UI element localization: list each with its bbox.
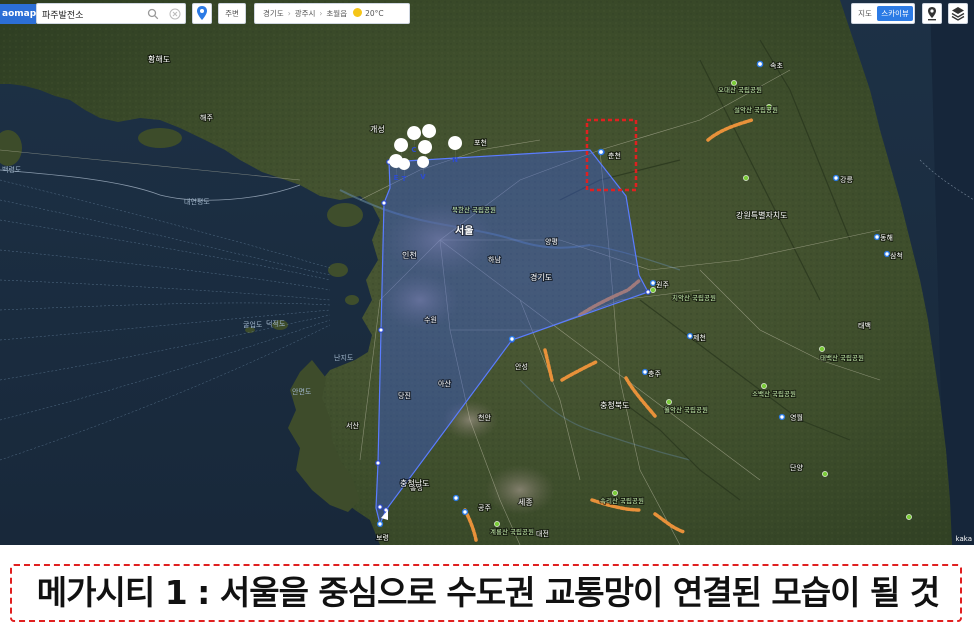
map-type-toggle: 지도 스카이뷰 [851, 3, 915, 24]
label-gyeryongsan: 계룡산 국립공원 [490, 527, 534, 536]
label-seoul: 서울 [455, 224, 473, 237]
sun-icon [353, 8, 363, 17]
label-taebaeksan: 태백산 국립공원 [820, 353, 864, 362]
map-page: G C L A N E T V 황해도 해주 개성 포천 춘천 속초 강릉 동해… [0, 0, 974, 628]
label-haeju: 해주 [200, 113, 213, 122]
label-suwon: 수원 [424, 315, 437, 324]
label-sejong: 세종 [518, 498, 533, 507]
label-samcheok: 삼척 [890, 251, 903, 260]
label-hwanghae: 황해도 [148, 54, 170, 64]
search-box [36, 3, 186, 24]
label-incheon: 인천 [402, 250, 417, 260]
caption-box: 메가시티 1 : 서울을 중심으로 수도권 교통망이 연결된 모습이 될 것 [10, 564, 962, 622]
map-pin-icon [197, 6, 207, 20]
label-chiaksan: 치악산 국립공원 [672, 293, 716, 302]
label-kaesong: 개성 [370, 124, 385, 134]
search-icon[interactable] [147, 8, 159, 20]
label-ahnmyeon: 안면도 [292, 387, 312, 396]
svg-text:V: V [420, 173, 426, 181]
label-chuncheon: 춘천 [608, 151, 621, 160]
copyright-text: kaka [955, 535, 972, 543]
label-odaesan: 오대산 국립공원 [718, 85, 762, 94]
breadcrumb-item[interactable]: 초월읍 [326, 4, 347, 23]
label-gangwon: 강원특별자치도 [736, 210, 788, 220]
label-asan: 아산 [438, 379, 451, 388]
label-hanam: 하남 [488, 255, 501, 264]
label-daejeon: 대전 [536, 529, 549, 538]
label-wonju: 원주 [656, 280, 669, 289]
weather-temp: 20°C [365, 9, 384, 18]
caption-text: 메가시티 1 : 서울을 중심으로 수도권 교통망이 연결된 모습이 될 것 [36, 573, 940, 612]
label-sokcho: 속초 [770, 62, 783, 70]
map-toolbar: aomap 주변 경기도›광주시›초월읍20°C 지도 스카이뷰 [0, 0, 974, 26]
label-daeyeonpyeong: 대연평도 [184, 197, 210, 206]
island [345, 295, 359, 305]
label-danyang: 단양 [790, 463, 803, 472]
label-yangpyeong: 양평 [545, 237, 558, 246]
location-marker-icon [928, 7, 936, 21]
my-location-button[interactable] [922, 3, 942, 24]
breadcrumb-item[interactable]: 경기도 [263, 4, 284, 23]
label-seoraksan: 설악산 국립공원 [734, 105, 778, 114]
layers-button[interactable] [948, 3, 968, 24]
app-logo[interactable]: aomap [0, 4, 36, 24]
svg-text:N: N [452, 156, 458, 164]
map-view-button[interactable]: 지도 [854, 6, 876, 21]
label-seosan: 서산 [346, 421, 359, 430]
label-gyeonggi: 경기도 [530, 272, 552, 282]
label-boryeong: 보령 [376, 534, 389, 542]
search-input[interactable] [42, 6, 142, 22]
svg-text:E: E [394, 174, 399, 182]
skyview-button[interactable]: 스카이뷰 [877, 6, 913, 21]
satellite-map[interactable]: G C L A N E T V 황해도 해주 개성 포천 춘천 속초 강릉 동해… [0, 0, 974, 545]
label-cheonan: 천안 [478, 413, 491, 422]
location-pin-button[interactable] [192, 3, 212, 24]
caption-area: 메가시티 1 : 서울을 중심으로 수도권 교통망이 연결된 모습이 될 것 [0, 545, 974, 628]
label-gongju: 공주 [478, 504, 491, 512]
label-gulupdo: 굴업도 [243, 321, 263, 329]
label-dangjin: 당진 [398, 391, 411, 400]
breadcrumb-item[interactable]: 광주시 [295, 4, 316, 23]
label-pocheon: 포천 [474, 138, 487, 147]
label-chungju: 충주 [648, 369, 661, 378]
island [138, 128, 182, 148]
svg-text:C: C [411, 146, 416, 154]
island [328, 263, 348, 277]
chevron-right-icon: › [319, 9, 323, 18]
label-yeongwol: 영월 [790, 413, 803, 422]
daejeon-urban [485, 465, 555, 515]
ganghwa-island [327, 203, 363, 227]
label-bukhansan: 북한산 국립공원 [452, 205, 496, 214]
label-gangneung: 강릉 [840, 175, 853, 184]
clear-icon[interactable] [169, 8, 181, 20]
breadcrumb: 경기도 › 광주시 › 초월읍 20°C [254, 3, 410, 24]
nearby-button[interactable]: 주변 [218, 3, 246, 24]
label-donghae: 동해 [880, 233, 893, 242]
layers-icon [951, 7, 965, 21]
label-baengnyeong: 백령도 [2, 165, 22, 174]
label-chungnam: 충청남도 [400, 479, 429, 488]
label-anseong: 안성 [515, 362, 528, 371]
label-taebaek: 태백 [858, 321, 871, 330]
map-canvas[interactable]: G C L A N E T V 황해도 해주 개성 포천 춘천 속초 강릉 동해… [0, 0, 974, 545]
label-jecheon: 제천 [693, 333, 706, 342]
svg-text:T: T [402, 175, 407, 183]
chevron-right-icon: › [287, 9, 291, 18]
label-deokjeok: 덕적도 [266, 319, 286, 328]
label-sobaeksan: 소백산 국립공원 [752, 389, 796, 398]
label-napdo: 난지도 [334, 353, 354, 362]
label-songnisan: 속리산 국립공원 [600, 496, 644, 505]
label-woraksan: 월악산 국립공원 [664, 405, 708, 414]
label-chungbuk: 충청북도 [600, 401, 629, 410]
